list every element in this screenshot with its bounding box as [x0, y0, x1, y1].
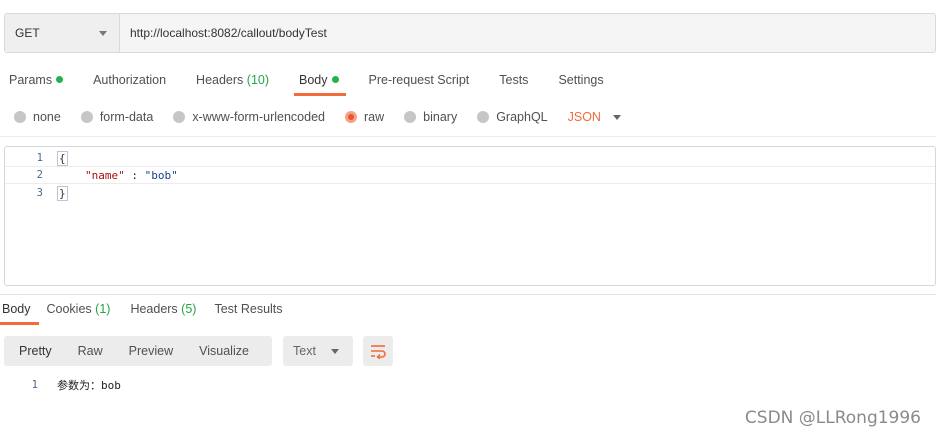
response-tab-test-results-label: Test Results [214, 302, 283, 316]
format-select[interactable]: Text [283, 336, 353, 366]
view-preview-button[interactable]: Preview [116, 336, 186, 366]
line-number: 3 [36, 187, 43, 199]
radio-icon [14, 111, 26, 123]
radio-graphql-label: GraphQL [496, 110, 548, 124]
tab-headers[interactable]: Headers (10) [187, 66, 278, 96]
radio-binary[interactable]: binary [404, 110, 457, 124]
radio-icon [173, 111, 186, 123]
tab-body-label: Body [299, 73, 328, 87]
response-tab-cookies[interactable]: Cookies (1) [39, 297, 119, 325]
method-select[interactable]: GET [5, 14, 120, 52]
tab-authorization-label: Authorization [93, 73, 167, 87]
tab-tests[interactable]: Tests [490, 66, 537, 96]
tab-headers-count: (10) [246, 73, 270, 87]
tab-pre-request-label: Pre-request Script [368, 73, 470, 87]
line-number: 1 [31, 379, 38, 391]
tab-headers-label: Headers [196, 73, 244, 87]
view-pretty-button[interactable]: Pretty [4, 336, 65, 366]
response-tab-body[interactable]: Body [0, 297, 39, 325]
response-tab-headers-label: Headers [130, 302, 178, 316]
url-bar: GET http://localhost:8082/callout/bodyTe… [4, 13, 936, 53]
editor-line: 1 { [5, 149, 935, 167]
tab-params[interactable]: Params [0, 66, 72, 96]
tab-pre-request-script[interactable]: Pre-request Script [360, 66, 479, 96]
active-dot-icon [56, 76, 64, 83]
json-key: "name" [85, 168, 125, 182]
divider [0, 294, 936, 295]
response-tab-test-results[interactable]: Test Results [206, 297, 290, 325]
active-dot-icon [331, 76, 339, 83]
response-tab-headers-count: (5) [181, 302, 197, 316]
code-text: "name" : "bob" [85, 169, 178, 182]
response-line: 1 参数为：bob [0, 376, 121, 394]
url-input[interactable]: http://localhost:8082/callout/bodyTest [120, 14, 935, 52]
radio-raw-label: raw [364, 110, 385, 124]
response-tab-cookies-count: (1) [95, 302, 111, 316]
line-number: 1 [36, 152, 43, 164]
radio-icon [477, 111, 490, 123]
raw-language-select[interactable]: JSON [568, 110, 601, 124]
response-text: 参数为：bob [57, 379, 121, 392]
chevron-down-icon[interactable] [612, 114, 621, 120]
divider [0, 136, 936, 137]
radio-x-www-form-urlencoded[interactable]: x-www-form-urlencoded [173, 110, 325, 124]
chevron-down-icon [99, 31, 107, 36]
tab-params-label: Params [9, 73, 53, 87]
view-raw-button[interactable]: Raw [65, 336, 116, 366]
tab-settings-label: Settings [558, 73, 604, 87]
view-mode-group: Pretty Raw Preview Visualize [4, 336, 272, 366]
tab-authorization[interactable]: Authorization [84, 66, 175, 96]
radio-icon [404, 111, 417, 123]
json-separator: : [124, 168, 145, 182]
radio-none-label: none [33, 110, 61, 124]
body-type-selector: none form-data x-www-form-urlencoded raw… [0, 104, 621, 130]
radio-icon [80, 111, 93, 123]
radio-none[interactable]: none [14, 110, 61, 124]
tab-body[interactable]: Body [290, 66, 348, 96]
radio-selected-icon [345, 111, 357, 123]
chevron-down-icon [331, 349, 339, 354]
editor-line: 2 "name" : "bob" [5, 166, 935, 184]
url-text: http://localhost:8082/callout/bodyTest [130, 26, 327, 40]
response-tab-headers[interactable]: Headers (5) [122, 297, 204, 325]
code-text: { [57, 150, 68, 166]
response-tab-cookies-label: Cookies [46, 302, 92, 316]
json-value: "bob" [144, 168, 178, 182]
radio-graphql[interactable]: GraphQL [477, 110, 548, 124]
radio-form-data[interactable]: form-data [80, 110, 154, 124]
tab-tests-label: Tests [499, 73, 529, 87]
tab-settings[interactable]: Settings [549, 66, 612, 96]
radio-binary-label: binary [423, 110, 458, 124]
method-label: GET [15, 26, 40, 40]
request-tabs: Params Authorization Headers (10) Body P… [0, 66, 613, 96]
radio-form-data-label: form-data [99, 110, 154, 124]
wrap-lines-button[interactable] [363, 336, 393, 366]
radio-raw[interactable]: raw [345, 110, 384, 124]
editor-line: 3 } [5, 184, 935, 202]
response-tab-body-label: Body [2, 302, 31, 316]
format-select-label: Text [293, 344, 316, 358]
line-number: 2 [36, 169, 43, 181]
view-visualize-button[interactable]: Visualize [186, 336, 262, 366]
wrap-lines-icon [371, 345, 386, 359]
code-text: } [57, 185, 68, 201]
response-tabs: Body Cookies (1) Headers (5) Test Result… [0, 297, 291, 325]
radio-urlencoded-label: x-www-form-urlencoded [192, 110, 325, 124]
request-body-editor[interactable]: 1 { 2 "name" : "bob" 3 } [4, 146, 936, 286]
watermark: CSDN @LLRong1996 [744, 408, 921, 428]
